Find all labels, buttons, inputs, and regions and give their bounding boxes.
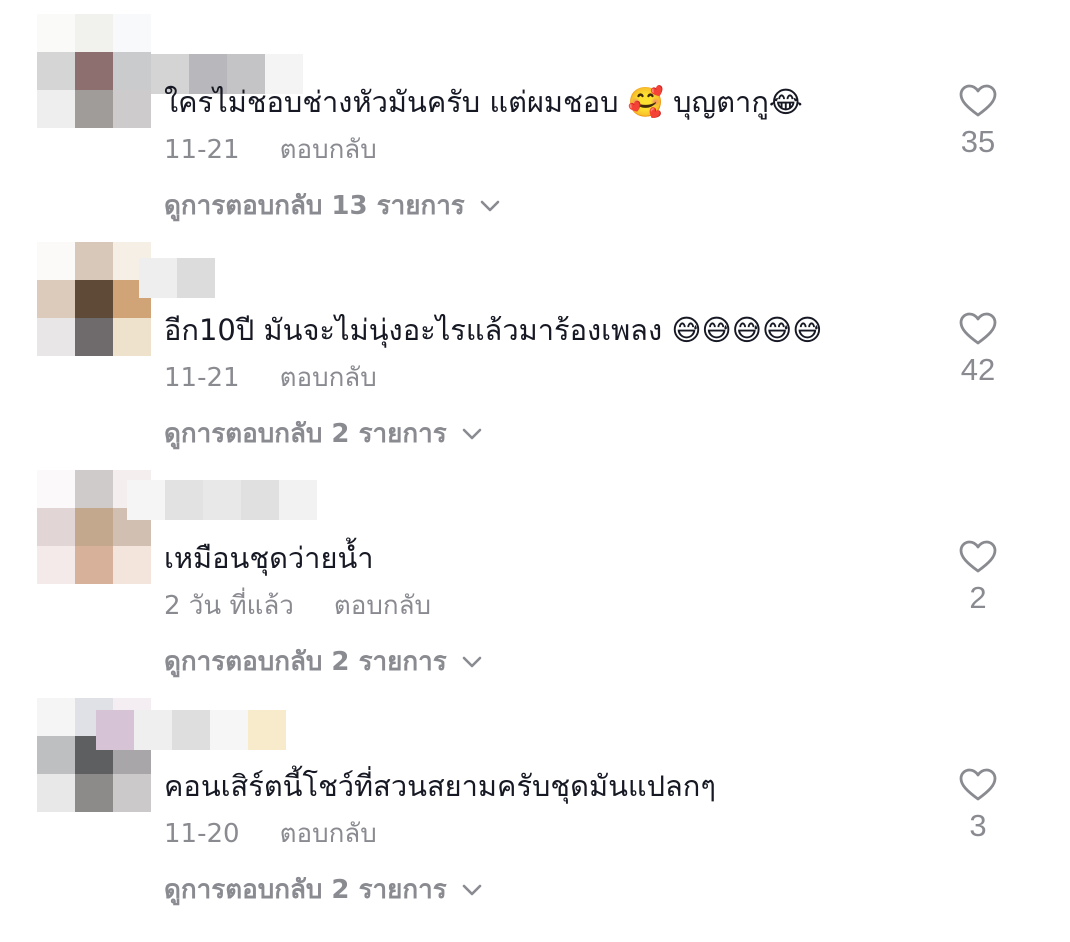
comment-text: ใครไม่ชอบช่างหัวมันครับ แต่ผมชอบ 🥰 บุญตา… xyxy=(164,85,803,119)
comment-text: อีก10ปี มันจะไม่นุ่งอะไรแล้วมาร้องเพลง 😅… xyxy=(164,313,823,347)
comment-item: อีก10ปี มันจะไม่นุ่งอะไรแล้วมาร้องเพลง 😅… xyxy=(0,242,1070,470)
avatar-pixel xyxy=(113,774,151,812)
view-replies-label: ดูการตอบกลับ 13 รายการ xyxy=(164,191,465,221)
avatar-pixel xyxy=(113,318,151,356)
reply-button[interactable]: ตอบกลับ xyxy=(280,819,377,849)
chevron-down-icon xyxy=(462,884,481,896)
avatar-pixel xyxy=(37,698,75,736)
comment-item: ใครไม่ชอบช่างหัวมันครับ แต่ผมชอบ 🥰 บุญตา… xyxy=(0,14,1070,242)
comment-text: คอนเสิร์ตนี้โชว์ที่สวนสยามครับชุดมันแปลก… xyxy=(164,769,716,803)
username-blur-block xyxy=(139,258,177,298)
comment-meta: 11-21 ตอบกลับ xyxy=(164,362,377,394)
heart-outline-icon xyxy=(959,312,997,345)
avatar-pixel xyxy=(37,774,75,812)
like-button[interactable]: 42 xyxy=(948,312,1008,388)
avatar-pixel xyxy=(37,242,75,280)
avatar[interactable] xyxy=(37,14,151,128)
avatar-pixel xyxy=(113,14,151,52)
username-blurred[interactable] xyxy=(96,710,286,750)
avatar-pixel xyxy=(75,546,113,584)
username-blur-block xyxy=(279,480,317,520)
avatar-pixel xyxy=(75,470,113,508)
avatar-pixel xyxy=(75,90,113,128)
username-blur-block xyxy=(96,710,134,750)
avatar-pixel xyxy=(37,736,75,774)
avatar-pixel xyxy=(75,14,113,52)
comment-text: เหมือนชุดว่ายน้ำ xyxy=(164,541,374,575)
avatar-pixel xyxy=(37,508,75,546)
username-blur-block xyxy=(248,710,286,750)
heart-outline-icon xyxy=(959,768,997,801)
chevron-down-icon xyxy=(462,428,481,440)
comment-item: เหมือนชุดว่ายน้ำ 2 วัน ที่แล้ว ตอบกลับ ดู… xyxy=(0,470,1070,698)
username-blur-block xyxy=(210,710,248,750)
avatar-pixel xyxy=(37,14,75,52)
avatar-pixel xyxy=(37,52,75,90)
view-replies-label: ดูการตอบกลับ 2 รายการ xyxy=(164,419,447,449)
like-button[interactable]: 3 xyxy=(948,768,1008,844)
view-replies-button[interactable]: ดูการตอบกลับ 2 รายการ xyxy=(164,418,483,450)
heart-outline-icon xyxy=(959,84,997,117)
avatar-pixel xyxy=(113,546,151,584)
like-button[interactable]: 2 xyxy=(948,540,1008,616)
comment-date: 11-21 xyxy=(164,363,240,393)
comment-meta: 11-21 ตอบกลับ xyxy=(164,134,377,166)
username-blur-block xyxy=(172,710,210,750)
avatar-pixel xyxy=(113,90,151,128)
reply-button[interactable]: ตอบกลับ xyxy=(280,135,377,165)
avatar-pixel xyxy=(37,546,75,584)
heart-outline-icon xyxy=(959,540,997,573)
like-count: 2 xyxy=(969,580,987,615)
avatar-pixel xyxy=(75,280,113,318)
chevron-down-icon xyxy=(462,656,481,668)
view-replies-button[interactable]: ดูการตอบกลับ 13 รายการ xyxy=(164,190,501,222)
avatar-pixel xyxy=(113,52,151,90)
avatar-pixel xyxy=(75,508,113,546)
reply-button[interactable]: ตอบกลับ xyxy=(334,591,431,621)
username-blurred[interactable] xyxy=(127,480,317,520)
comment-meta: 11-20 ตอบกลับ xyxy=(164,818,377,850)
avatar-pixel xyxy=(75,774,113,812)
comment-date: 11-21 xyxy=(164,135,240,165)
like-count: 3 xyxy=(969,808,987,843)
username-blur-block xyxy=(134,710,172,750)
comment-item: คอนเสิร์ตนี้โชว์ที่สวนสยามครับชุดมันแปลก… xyxy=(0,698,1070,926)
avatar-pixel xyxy=(75,318,113,356)
avatar-pixel xyxy=(37,90,75,128)
comment-date: 2 วัน ที่แล้ว xyxy=(164,591,294,621)
avatar-pixel xyxy=(37,280,75,318)
view-replies-button[interactable]: ดูการตอบกลับ 2 รายการ xyxy=(164,646,483,678)
avatar[interactable] xyxy=(37,242,151,356)
username-blur-block xyxy=(203,480,241,520)
username-blur-block xyxy=(127,480,165,520)
chevron-down-icon xyxy=(480,200,500,212)
view-replies-label: ดูการตอบกลับ 2 รายการ xyxy=(164,647,447,677)
username-blur-block xyxy=(177,258,215,298)
comment-date: 11-20 xyxy=(164,819,240,849)
username-blur-block xyxy=(165,480,203,520)
username-blur-block xyxy=(241,480,279,520)
comment-meta: 2 วัน ที่แล้ว ตอบกลับ xyxy=(164,590,431,622)
username-blurred[interactable] xyxy=(139,258,215,298)
avatar-pixel xyxy=(75,242,113,280)
like-count: 42 xyxy=(960,352,996,387)
like-count: 35 xyxy=(960,124,996,159)
view-replies-button[interactable]: ดูการตอบกลับ 2 รายการ xyxy=(164,874,483,906)
like-button[interactable]: 35 xyxy=(948,84,1008,160)
avatar-pixel xyxy=(37,470,75,508)
avatar-pixel xyxy=(75,52,113,90)
avatar-pixel xyxy=(37,318,75,356)
view-replies-label: ดูการตอบกลับ 2 รายการ xyxy=(164,875,447,905)
reply-button[interactable]: ตอบกลับ xyxy=(280,363,377,393)
